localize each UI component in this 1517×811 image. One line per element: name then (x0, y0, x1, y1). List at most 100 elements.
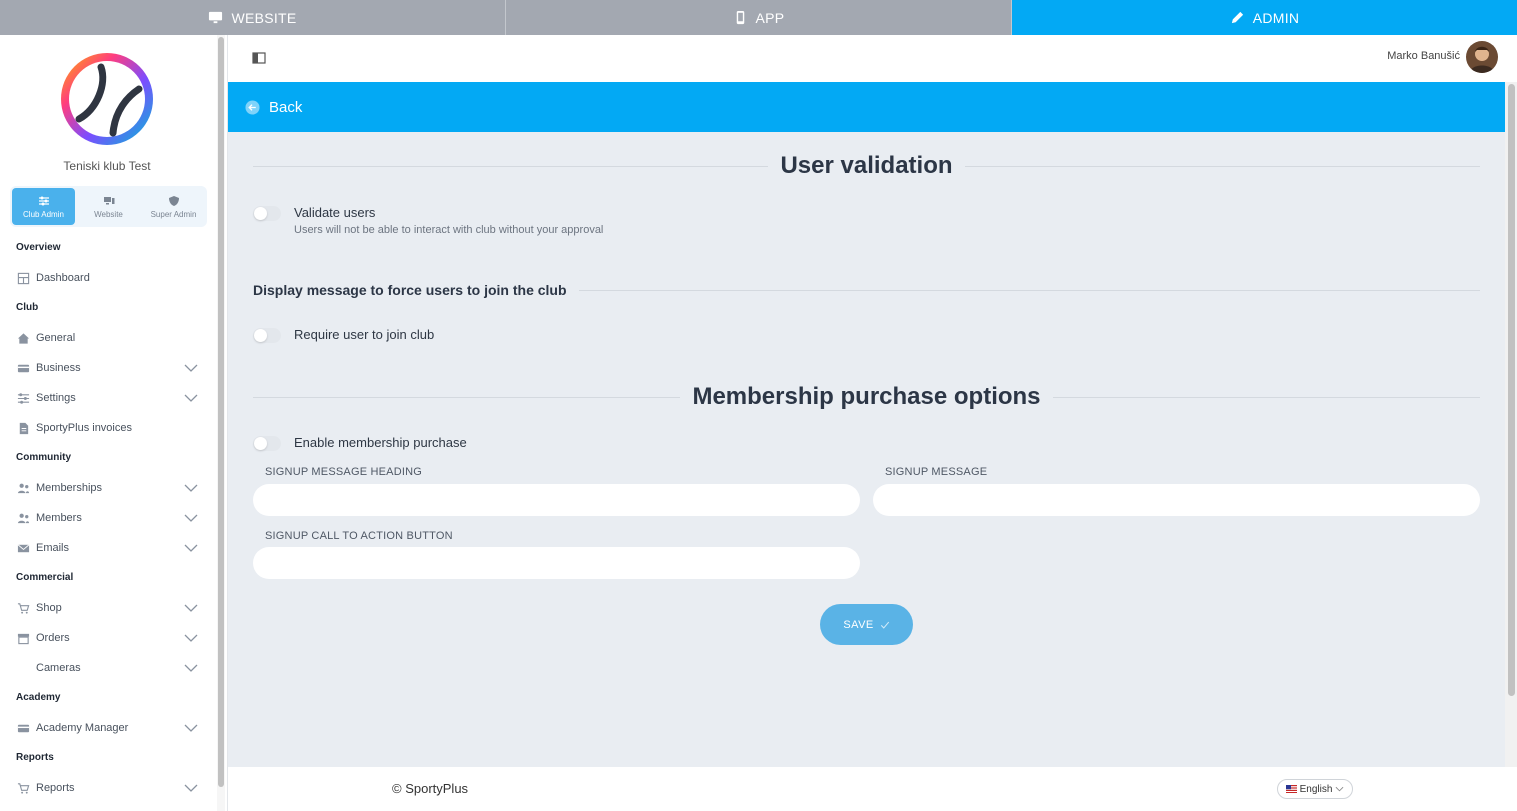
sidebar-item-emails[interactable]: Emails (0, 533, 212, 563)
chevron-down-icon (184, 544, 198, 552)
section-user-validation: User validation (253, 152, 1480, 180)
copyright: © SportyPlus (392, 781, 469, 796)
nav-section-commercial: Commercial (16, 572, 74, 583)
tab-admin[interactable]: ADMIN (1012, 0, 1517, 35)
back-button[interactable]: Back (228, 82, 1505, 132)
section-title: Display message to force users to join t… (253, 282, 567, 298)
sidebar-item-reports[interactable]: Reports (0, 773, 212, 803)
role-super-admin[interactable]: Super Admin (142, 188, 205, 225)
chevron-down-icon (184, 604, 198, 612)
phone-icon (736, 10, 744, 25)
role-club-admin-label: Club Admin (23, 209, 64, 219)
chevron-down-icon (184, 364, 198, 372)
sidebar-nav: Overview Dashboard Club General Business… (0, 233, 212, 803)
devices-icon (103, 196, 114, 204)
main-scrollbar-thumb[interactable] (1508, 84, 1515, 696)
language-select[interactable]: English (1277, 779, 1353, 799)
require-join-toggle[interactable] (253, 328, 281, 343)
shield-icon (168, 195, 179, 206)
sidebar-item-members[interactable]: Members (0, 503, 212, 533)
tab-app[interactable]: APP (506, 0, 1012, 35)
page-header: Marko Banušić (228, 35, 1517, 82)
club-logo (57, 49, 157, 149)
sidebar-item-members-label: Members (36, 512, 82, 524)
validate-users-description: Users will not be able to interact with … (294, 224, 604, 236)
users-icon (16, 481, 30, 495)
language-label: English (1299, 783, 1333, 795)
sidebar-item-business[interactable]: Business (0, 353, 212, 383)
sidebar-item-invoices-label: SportyPlus invoices (36, 422, 132, 434)
sidebar-toggle-icon[interactable] (252, 51, 266, 65)
enable-membership-toggle[interactable] (253, 436, 281, 451)
role-website[interactable]: Website (77, 188, 140, 225)
signup-cta-label: SIGNUP CALL TO ACTION BUTTON (265, 530, 453, 542)
signup-cta-input[interactable] (253, 547, 860, 579)
arrow-left-circle-icon (245, 99, 260, 115)
tab-website-label: WEBSITE (231, 9, 297, 26)
sidebar-item-memberships[interactable]: Memberships (0, 473, 212, 503)
enable-membership-label: Enable membership purchase (294, 435, 467, 450)
require-join-row: Require user to join club (253, 326, 434, 344)
role-switcher: Club Admin Website Super Admin (10, 186, 207, 227)
validate-users-toggle[interactable] (253, 206, 281, 221)
divider (578, 289, 1480, 291)
toggle-knob (254, 329, 267, 342)
toggle-knob (254, 207, 267, 220)
sidebar-item-emails-label: Emails (36, 542, 70, 554)
require-join-label: Require user to join club (294, 327, 435, 342)
sidebar-item-orders[interactable]: Orders (0, 623, 212, 653)
nav-section-reports: Reports (16, 752, 54, 763)
sliders-icon (16, 391, 30, 405)
dashboard-icon (16, 271, 30, 285)
page-footer: © SportyPlus English (228, 767, 1517, 811)
sidebar-item-general-label: General (36, 332, 76, 344)
envelope-icon (16, 541, 30, 555)
avatar[interactable] (1466, 41, 1498, 73)
check-icon (880, 621, 889, 629)
us-flag-icon (1285, 785, 1297, 793)
save-button[interactable]: SAVE (820, 604, 913, 645)
nav-section-community: Community (16, 452, 71, 463)
section-title: Membership purchase options (692, 383, 1041, 410)
sidebar-item-memberships-label: Memberships (36, 482, 103, 494)
cart-icon (16, 781, 30, 795)
chevron-down-icon (184, 634, 198, 642)
sidebar-item-settings[interactable]: Settings (0, 383, 212, 413)
sidebar-item-shop[interactable]: Shop (0, 593, 212, 623)
validate-users-row: Validate users Users will not be able to… (253, 204, 603, 236)
toggle-knob (254, 437, 267, 450)
sidebar-item-academy-manager-label: Academy Manager (36, 722, 129, 734)
user-name[interactable]: Marko Banušić (1387, 50, 1460, 62)
signup-heading-label: SIGNUP MESSAGE HEADING (265, 466, 423, 478)
sidebar-item-cameras[interactable]: Cameras (0, 653, 212, 683)
section-title: User validation (780, 152, 953, 179)
sidebar-item-business-label: Business (36, 362, 81, 374)
signup-heading-input[interactable] (253, 484, 860, 516)
credit-card-icon (16, 721, 30, 735)
sidebar-item-academy-manager[interactable]: Academy Manager (0, 713, 212, 743)
home-icon (16, 331, 30, 345)
tab-website[interactable]: WEBSITE (0, 0, 506, 35)
sliders-icon (38, 196, 49, 205)
role-club-admin[interactable]: Club Admin (12, 188, 75, 225)
users-icon (16, 511, 30, 525)
archive-icon (16, 631, 30, 645)
section-force-join: Display message to force users to join t… (253, 282, 1480, 298)
tab-admin-label: ADMIN (1252, 9, 1300, 26)
signup-message-label: SIGNUP MESSAGE (885, 466, 988, 478)
top-tab-bar: WEBSITE APP ADMIN (0, 0, 1517, 35)
signup-message-input[interactable] (873, 484, 1480, 516)
chevron-down-icon (1335, 786, 1344, 792)
sidebar-item-settings-label: Settings (36, 392, 76, 404)
divider (1052, 396, 1480, 398)
sidebar-scrollbar-thumb[interactable] (218, 37, 224, 787)
sidebar-item-dashboard[interactable]: Dashboard (0, 263, 212, 293)
chevron-down-icon (184, 514, 198, 522)
monitor-icon (209, 11, 223, 24)
tab-app-label: APP (755, 9, 785, 26)
section-membership-purchase: Membership purchase options (253, 383, 1480, 411)
sidebar-item-invoices[interactable]: SportyPlus invoices (0, 413, 212, 443)
club-name: Teniski klub Test (63, 159, 151, 173)
sidebar-item-general[interactable]: General (0, 323, 212, 353)
validate-users-label: Validate users (294, 205, 376, 220)
